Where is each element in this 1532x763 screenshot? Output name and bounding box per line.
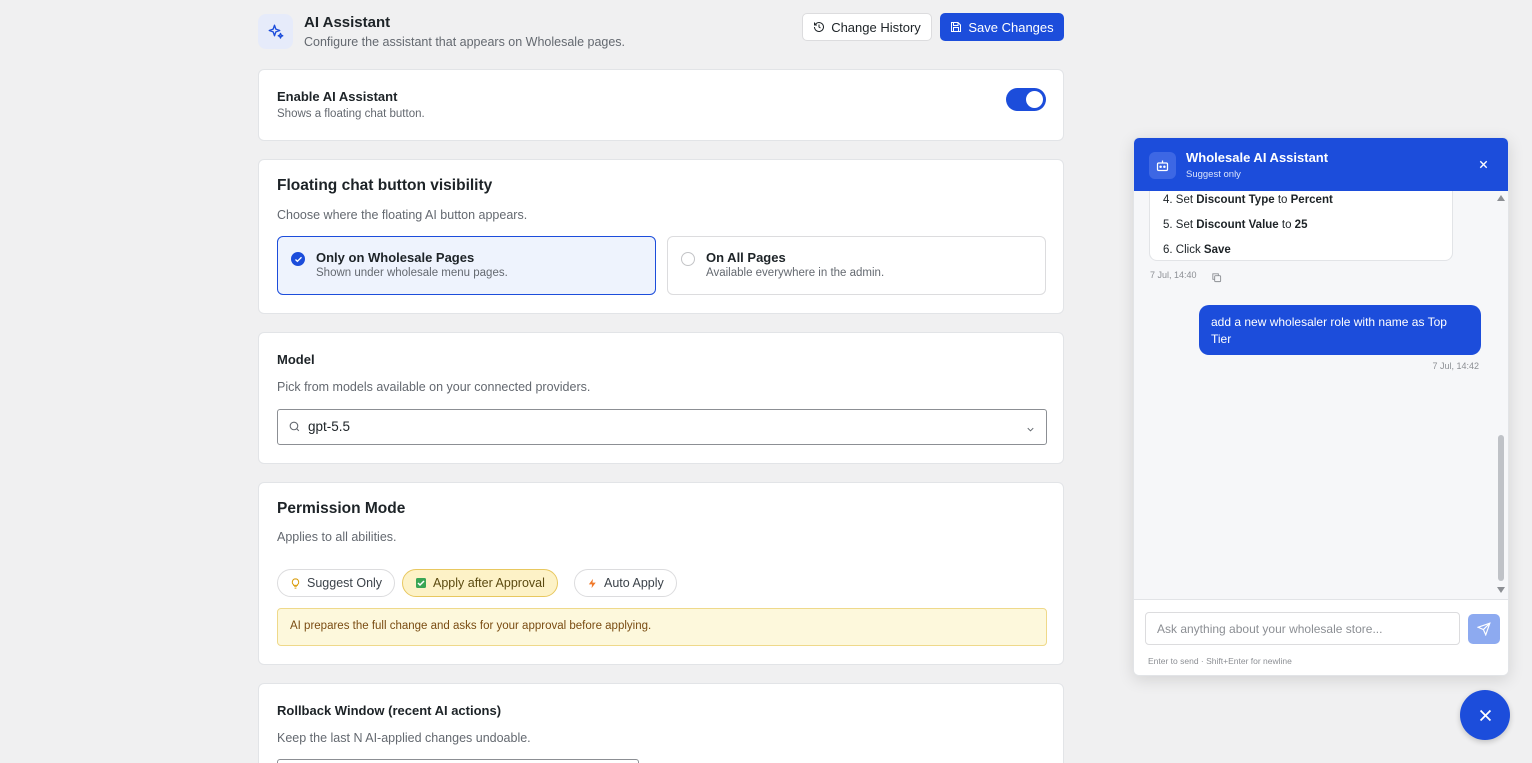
option-label: Only on Wholesale Pages xyxy=(316,250,475,265)
chevron-down-icon xyxy=(1025,422,1036,440)
scrollbar-thumb[interactable] xyxy=(1498,435,1504,581)
close-icon xyxy=(1479,709,1491,721)
search-icon xyxy=(288,420,301,438)
visibility-title: Floating chat button visibility xyxy=(277,177,493,194)
save-icon xyxy=(951,22,962,32)
user-message-time: 7 Jul, 14:42 xyxy=(1432,361,1479,371)
mode-label: Auto Apply xyxy=(604,576,664,590)
chat-header: Wholesale AI Assistant Suggest only xyxy=(1134,138,1508,191)
radio-checked-icon xyxy=(291,252,305,266)
step-line: 5. Set Discount Value to 25 xyxy=(1163,219,1308,231)
bolt-icon xyxy=(588,578,596,588)
mode-auto-apply[interactable]: Auto Apply xyxy=(574,569,677,597)
mode-label: Suggest Only xyxy=(307,576,383,590)
option-sub: Shown under wholesale menu pages. xyxy=(316,267,508,279)
option-label: On All Pages xyxy=(706,250,786,265)
chat-input[interactable]: Ask anything about your wholesale store.… xyxy=(1145,612,1460,645)
model-select[interactable]: gpt-5.5 xyxy=(277,409,1047,445)
step-line: 6. Click Save xyxy=(1163,244,1231,256)
model-value: gpt-5.5 xyxy=(308,419,351,434)
rollback-title: Rollback Window (recent AI actions) xyxy=(277,703,502,718)
option-sub: Available everywhere in the admin. xyxy=(706,267,885,279)
step-line: 4. Set Discount Type to Percent xyxy=(1163,194,1333,206)
mode-suggest-only[interactable]: Suggest Only xyxy=(277,569,396,597)
copy-icon[interactable] xyxy=(1211,270,1222,288)
save-changes-button[interactable]: Save Changes xyxy=(940,13,1064,41)
mode-label: Apply after Approval xyxy=(433,576,545,590)
composer-hint: Enter to send · Shift+Enter for newline xyxy=(1148,656,1292,666)
rollback-desc: Keep the last N AI-applied changes undoa… xyxy=(277,731,531,745)
page-title: AI Assistant xyxy=(304,14,391,31)
rollback-card: Rollback Window (recent AI actions) Keep… xyxy=(258,683,1064,763)
enable-title: Enable AI Assistant xyxy=(277,89,398,104)
page-subtitle: Configure the assistant that appears on … xyxy=(304,35,626,49)
page-header: AI Assistant Configure the assistant tha… xyxy=(258,12,1064,52)
visibility-card: Floating chat button visibility Choose w… xyxy=(258,159,1064,314)
enable-assistant-card: Enable AI Assistant Shows a floating cha… xyxy=(258,69,1064,141)
chat-messages: 4. Set Discount Type to Percent 5. Set D… xyxy=(1134,191,1508,599)
visibility-option-wholesale[interactable]: Only on Wholesale Pages Shown under whol… xyxy=(277,236,656,295)
permission-desc: Applies to all abilities. xyxy=(277,530,397,544)
enable-desc: Shows a floating chat button. xyxy=(277,108,425,120)
checkbox-icon xyxy=(416,578,426,588)
mode-apply-after-approval[interactable]: Apply after Approval xyxy=(402,569,558,597)
model-desc: Pick from models available on your conne… xyxy=(277,380,591,394)
send-icon xyxy=(1477,622,1491,636)
model-card: Model Pick from models available on your… xyxy=(258,332,1064,464)
send-button[interactable] xyxy=(1468,614,1500,644)
enable-toggle[interactable] xyxy=(1006,88,1046,111)
rollback-input[interactable] xyxy=(277,759,639,763)
chat-mode-label: Suggest only xyxy=(1186,169,1241,180)
chat-toggle-button[interactable] xyxy=(1460,690,1510,740)
user-message: add a new wholesaler role with name as T… xyxy=(1199,305,1481,355)
change-history-button[interactable]: Change History xyxy=(802,13,932,41)
bot-icon xyxy=(1149,152,1176,179)
chat-panel: Wholesale AI Assistant Suggest only 4. S… xyxy=(1133,137,1509,676)
radio-unchecked-icon xyxy=(681,252,695,266)
permission-mode-card: Permission Mode Applies to all abilities… xyxy=(258,482,1064,665)
bot-message-time: 7 Jul, 14:40 xyxy=(1150,270,1197,280)
visibility-option-all[interactable]: On All Pages Available everywhere in the… xyxy=(667,236,1046,295)
chat-title: Wholesale AI Assistant xyxy=(1186,150,1329,165)
bulb-icon xyxy=(291,577,300,589)
close-icon[interactable] xyxy=(1474,155,1492,173)
chat-composer: Ask anything about your wholesale store.… xyxy=(1134,599,1508,675)
change-history-label: Change History xyxy=(831,19,921,35)
chat-scrollbar[interactable] xyxy=(1496,191,1506,599)
bot-message: 4. Set Discount Type to Percent 5. Set D… xyxy=(1149,191,1453,261)
model-title: Model xyxy=(277,352,315,367)
save-changes-label: Save Changes xyxy=(968,19,1054,35)
history-icon xyxy=(814,22,825,32)
permission-title: Permission Mode xyxy=(277,500,406,517)
permission-note: AI prepares the full change and asks for… xyxy=(277,608,1047,646)
sparkle-icon xyxy=(258,14,293,49)
visibility-desc: Choose where the floating AI button appe… xyxy=(277,208,528,222)
